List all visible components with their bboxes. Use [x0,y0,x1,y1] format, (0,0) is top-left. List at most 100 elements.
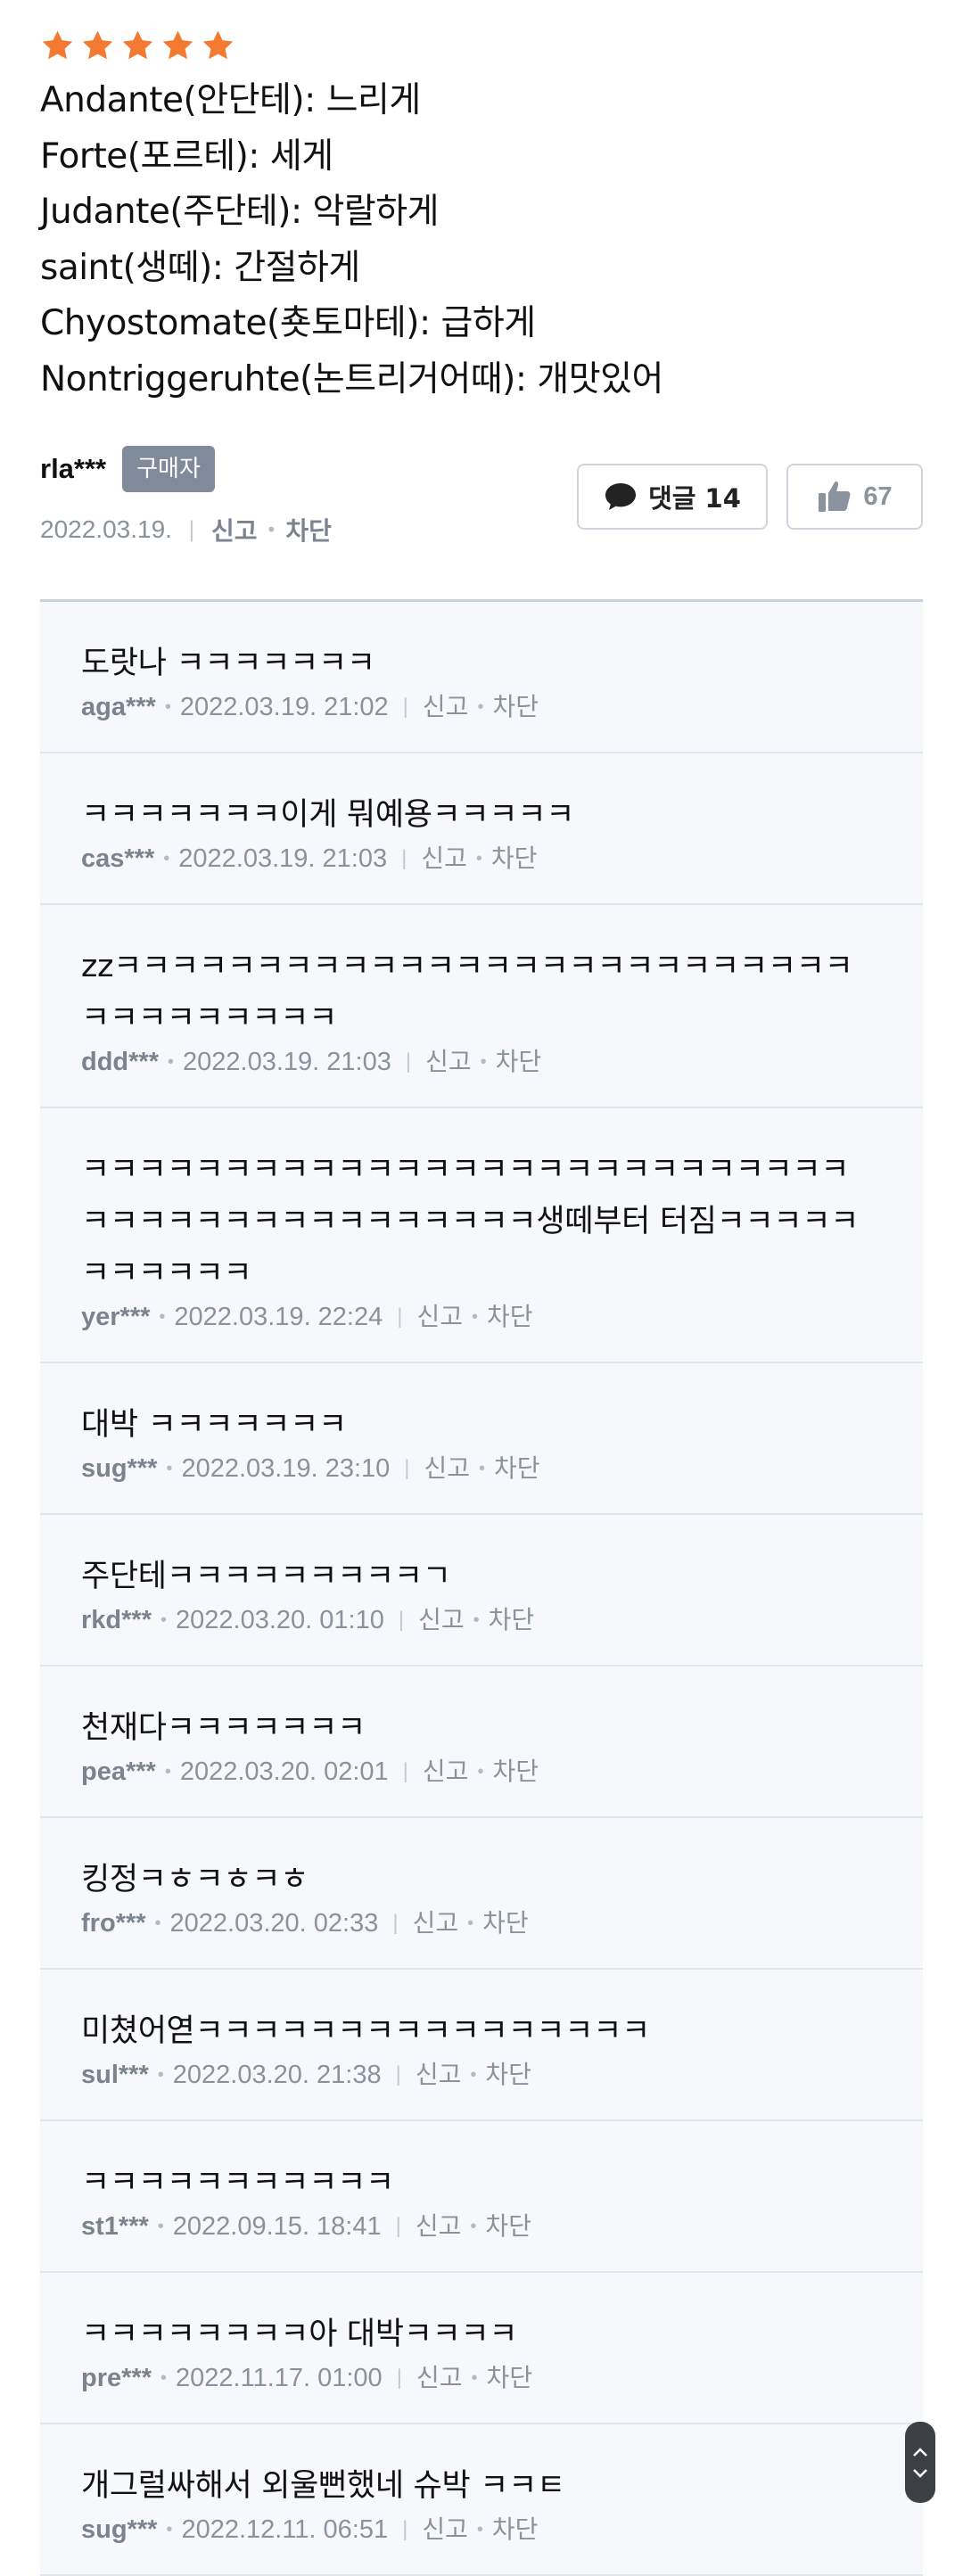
thumbs-up-icon [819,481,851,512]
comment-report-link[interactable]: 신고 [416,1299,463,1335]
comment-block-link[interactable]: 차단 [482,1905,529,1941]
star-icon [202,29,234,59]
comment-report-link[interactable]: 신고 [423,1754,469,1790]
comment-time: 2022.03.19. 23:10 [181,1454,391,1483]
comment-user: pre*** [81,2364,152,2392]
review-date: 2022.03.19. [40,515,172,543]
divider: | [405,1049,412,1074]
comment-report-link[interactable]: 신고 [416,2360,463,2396]
comment-meta: yer*** • 2022.03.19. 22:24 | 신고 • 차단 [81,1299,923,1335]
comment-block-link[interactable]: 차단 [485,2209,531,2244]
divider: | [395,2214,401,2238]
divider: | [187,517,196,542]
comment-text: ㅋㅋㅋㅋㅋㅋㅋ이게 뭐예용ㅋㅋㅋㅋㅋ [81,797,575,833]
dot-separator: • [476,2520,483,2539]
comment-report-link[interactable]: 신고 [416,2057,462,2093]
dot-separator: • [473,1610,480,1630]
dot-separator: • [480,1052,487,1072]
comment-meta: rkd*** • 2022.03.20. 01:10 | 신고 • 차단 [81,1602,923,1638]
comment-block-link[interactable]: 차단 [486,2360,532,2396]
scroll-control[interactable] [905,2422,935,2503]
dot-separator: • [475,849,482,868]
comment-meta: pea*** • 2022.03.20. 02:01 | 신고 • 차단 [81,1754,923,1790]
comment-report-link[interactable]: 신고 [418,1602,465,1638]
comment-time: 2022.09.15. 18:41 [172,2212,382,2241]
comment-time: 2022.12.11. 06:51 [181,2515,389,2544]
comment-block-link[interactable]: 차단 [491,841,538,876]
comment-text: 천재다ㅋㅋㅋㅋㅋㅋㅋ [81,1710,366,1746]
comment-block-link[interactable]: 차단 [485,2057,531,2093]
comment-user: sul*** [81,2061,149,2089]
speech-bubble-icon [605,483,637,510]
comment-block-link[interactable]: 차단 [489,1602,535,1638]
comment-user: rkd*** [81,1606,152,1634]
comment-block-link[interactable]: 차단 [494,1451,540,1486]
comment-text: 도랏나 ㅋㅋㅋㅋㅋㅋㅋ [81,646,375,681]
chevron-down-icon[interactable] [912,2467,928,2480]
comment-meta: ddd*** • 2022.03.19. 21:03 | 신고 • 차단 [81,1044,923,1080]
comment-text: zzㅋㅋㅋㅋㅋㅋㅋㅋㅋㅋㅋㅋㅋㅋㅋㅋㅋㅋㅋㅋㅋㅋㅋㅋㅋㅋㅋㅋㅋㅋㅋㅋㅋㅋㅋ [81,949,853,1036]
review-author: rla*** [40,453,107,484]
comment-item: ㅋㅋㅋㅋㅋㅋㅋㅋㅋㅋㅋ st1*** • 2022.09.15. 18:41 | 신고 • 차… [40,2121,923,2273]
comment-count-button[interactable]: 댓글 14 [577,464,768,530]
dot-separator: • [159,1307,166,1327]
dot-separator: • [477,1762,484,1782]
review-line: Nontriggeruhte(논트리거어때): 개맛있어 [40,358,663,399]
comment-time: 2022.03.19. 21:03 [183,1048,391,1076]
comment-report-link[interactable]: 신고 [423,689,469,725]
comment-report-link[interactable]: 신고 [425,1044,472,1080]
dot-separator: • [154,1913,161,1933]
comment-item: 도랏나 ㅋㅋㅋㅋㅋㅋㅋ aga*** • 2022.03.19. 21:02 | 신고 • 차… [40,602,923,753]
comment-report-link[interactable]: 신고 [416,2209,462,2244]
comment-item: ㅋㅋㅋㅋㅋㅋㅋㅋ아 대박ㅋㅋㅋㅋ pre*** • 2022.11.17. 01:00… [40,2273,923,2424]
divider: | [396,2366,402,2390]
comment-block-link[interactable]: 차단 [496,1044,542,1080]
review-body: Andante(안단테): 느리게 Forte(포르테): 세게 Judante… [40,73,923,407]
comment-text: ㅋㅋㅋㅋㅋㅋㅋㅋ아 대박ㅋㅋㅋㅋ [81,2317,518,2352]
comment-text: 킹정ㅋㅎㅋㅎㅋㅎ [81,1862,309,1897]
dot-separator: • [470,2217,477,2236]
dot-separator: • [157,2065,164,2085]
dot-separator: • [160,1610,168,1630]
dot-separator: • [160,2368,168,2388]
comment-user: yer*** [81,1303,151,1331]
comment-user: aga*** [81,693,156,721]
divider: | [402,1759,408,1783]
comment-report-link[interactable]: 신고 [413,1905,459,1941]
comment-item: 대박 ㅋㅋㅋㅋㅋㅋㅋ sug*** • 2022.03.19. 23:10 | 신고 • 차단 [40,1363,923,1515]
comment-meta: fro*** • 2022.03.20. 02:33 | 신고 • 차단 [81,1905,923,1941]
dot-separator: • [471,2368,478,2388]
dot-separator: • [163,849,170,868]
comment-block-link[interactable]: 차단 [492,1754,539,1790]
block-link[interactable]: 차단 [285,512,332,547]
comment-block-link[interactable]: 차단 [492,2512,539,2547]
author-row: rla*** 구매자 [40,444,215,494]
comment-list: 도랏나 ㅋㅋㅋㅋㅋㅋㅋ aga*** • 2022.03.19. 21:02 | 신고 • 차… [40,599,923,2576]
comment-time: 2022.03.19. 21:03 [178,844,388,873]
comment-report-link[interactable]: 신고 [424,1451,471,1486]
comment-text: 대박 ㅋㅋㅋㅋㅋㅋㅋ [81,1407,347,1443]
dot-separator: • [166,1459,173,1478]
divider: | [398,1608,405,1632]
comment-block-link[interactable]: 차단 [492,689,539,725]
comment-meta: pre*** • 2022.11.17. 01:00 | 신고 • 차단 [81,2360,923,2396]
review-line: Judante(주단테): 악랄하게 [40,192,440,232]
comment-block-link[interactable]: 차단 [487,1299,533,1335]
star-icon [82,29,113,59]
comment-item: 개그럴싸해서 외울뻔했네 슈박 ㅋㅋㅌ sug*** • 2022.12.11. 06… [40,2424,923,2576]
comment-item: 천재다ㅋㅋㅋㅋㅋㅋㅋ pea*** • 2022.03.20. 02:01 | 신고 • 차단 [40,1667,923,1818]
comment-meta: sug*** • 2022.03.19. 23:10 | 신고 • 차단 [81,1451,923,1486]
comment-meta: aga*** • 2022.03.19. 21:02 | 신고 • 차단 [81,689,923,725]
report-link[interactable]: 신고 [211,512,258,547]
divider: | [401,846,407,870]
like-button[interactable]: 67 [786,464,923,530]
comment-time: 2022.03.19. 21:02 [179,693,389,721]
comment-report-link[interactable]: 신고 [422,2512,468,2547]
star-icon [162,29,193,59]
dot-separator: • [166,2520,173,2539]
review-line: saint(생떼): 간절하게 [40,247,360,288]
dot-separator: • [168,1052,175,1072]
review-meta: 2022.03.19. | 신고 • 차단 [40,512,332,547]
chevron-up-icon[interactable] [912,2446,928,2458]
comment-report-link[interactable]: 신고 [421,841,467,876]
